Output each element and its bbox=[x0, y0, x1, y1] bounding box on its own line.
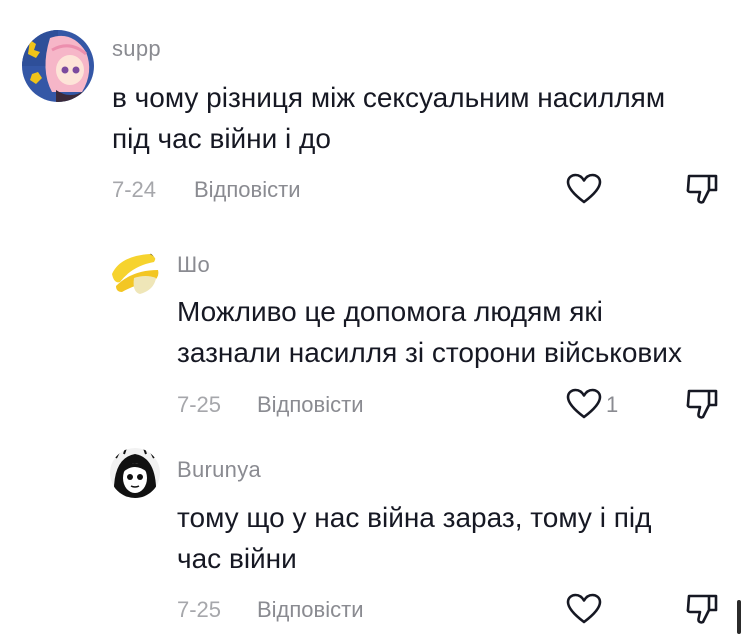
heart-outline-icon[interactable] bbox=[566, 173, 602, 205]
comment-date: 7-24 bbox=[112, 177, 157, 202]
avatar[interactable] bbox=[22, 30, 94, 102]
username[interactable]: Шо bbox=[177, 252, 210, 278]
reply-button[interactable]: Відповісти bbox=[257, 392, 364, 418]
comment-text: тому що у нас війна зараз, тому і під ча… bbox=[177, 502, 652, 574]
banana-avatar-image bbox=[110, 248, 160, 298]
thumbs-down-outline-icon[interactable] bbox=[685, 592, 719, 626]
username[interactable]: supp bbox=[112, 36, 161, 62]
avatar[interactable] bbox=[110, 248, 160, 298]
avatar[interactable] bbox=[110, 448, 160, 498]
scrollbar[interactable] bbox=[737, 600, 741, 634]
heart-outline-icon[interactable] bbox=[566, 593, 602, 625]
reply-button[interactable]: Відповісти bbox=[257, 597, 364, 623]
comment-text: в чому різниця між сексуальним насиллям … bbox=[112, 82, 666, 154]
thumbs-down-outline-icon[interactable] bbox=[685, 387, 719, 421]
heart-outline-icon[interactable] bbox=[566, 388, 602, 420]
anime-avatar-image bbox=[22, 30, 94, 102]
comment-date: 7-25 bbox=[177, 597, 222, 622]
comment-date: 7-25 bbox=[177, 392, 222, 417]
like-count: 1 bbox=[606, 392, 619, 417]
comment-text: Можливо це допомога людям які зазнали на… bbox=[177, 296, 682, 368]
manga-avatar-image bbox=[110, 448, 160, 498]
reply-button[interactable]: Відповісти bbox=[194, 177, 301, 203]
username[interactable]: Burunya bbox=[177, 457, 261, 483]
thumbs-down-outline-icon[interactable] bbox=[685, 172, 719, 206]
